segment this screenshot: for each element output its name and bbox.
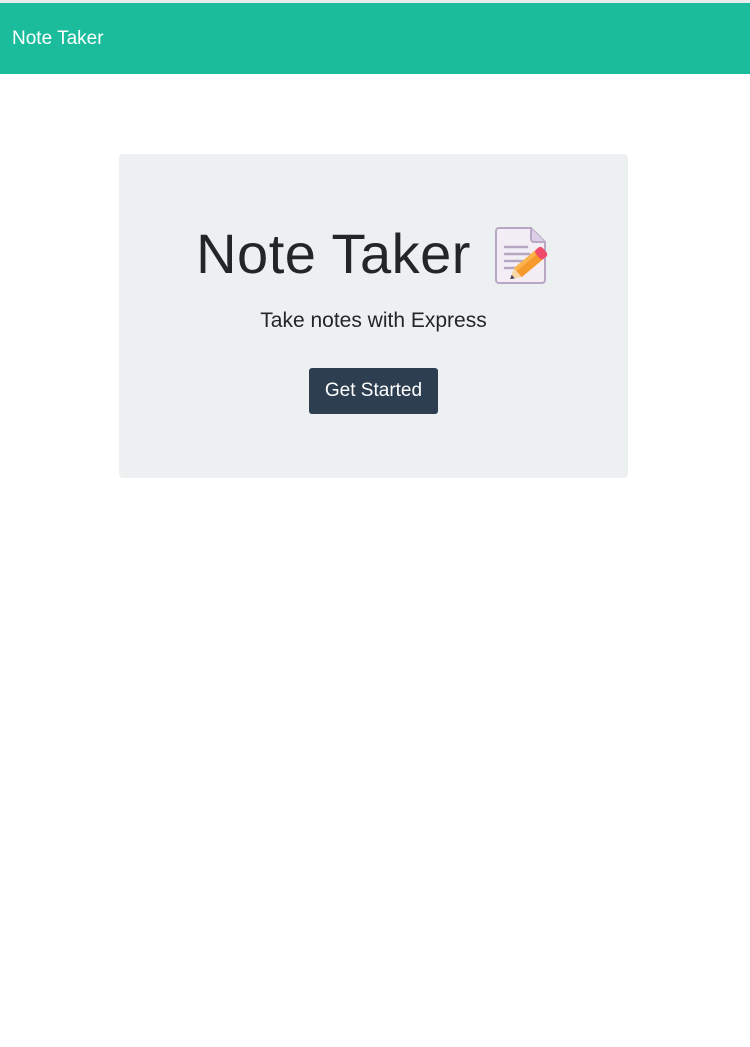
hero-title-row: Note Taker [119, 222, 628, 286]
page-title: Note Taker [196, 222, 471, 285]
page: Note Taker Note Taker Take notes with Ex… [0, 0, 750, 1047]
hero-panel: Note Taker Take notes with Express Get S… [119, 154, 628, 478]
navbar: Note Taker [0, 3, 750, 74]
navbar-brand-link[interactable]: Note Taker [12, 29, 104, 48]
memo-icon [494, 225, 551, 285]
get-started-button[interactable]: Get Started [309, 368, 438, 414]
hero-subtitle: Take notes with Express [260, 309, 487, 332]
